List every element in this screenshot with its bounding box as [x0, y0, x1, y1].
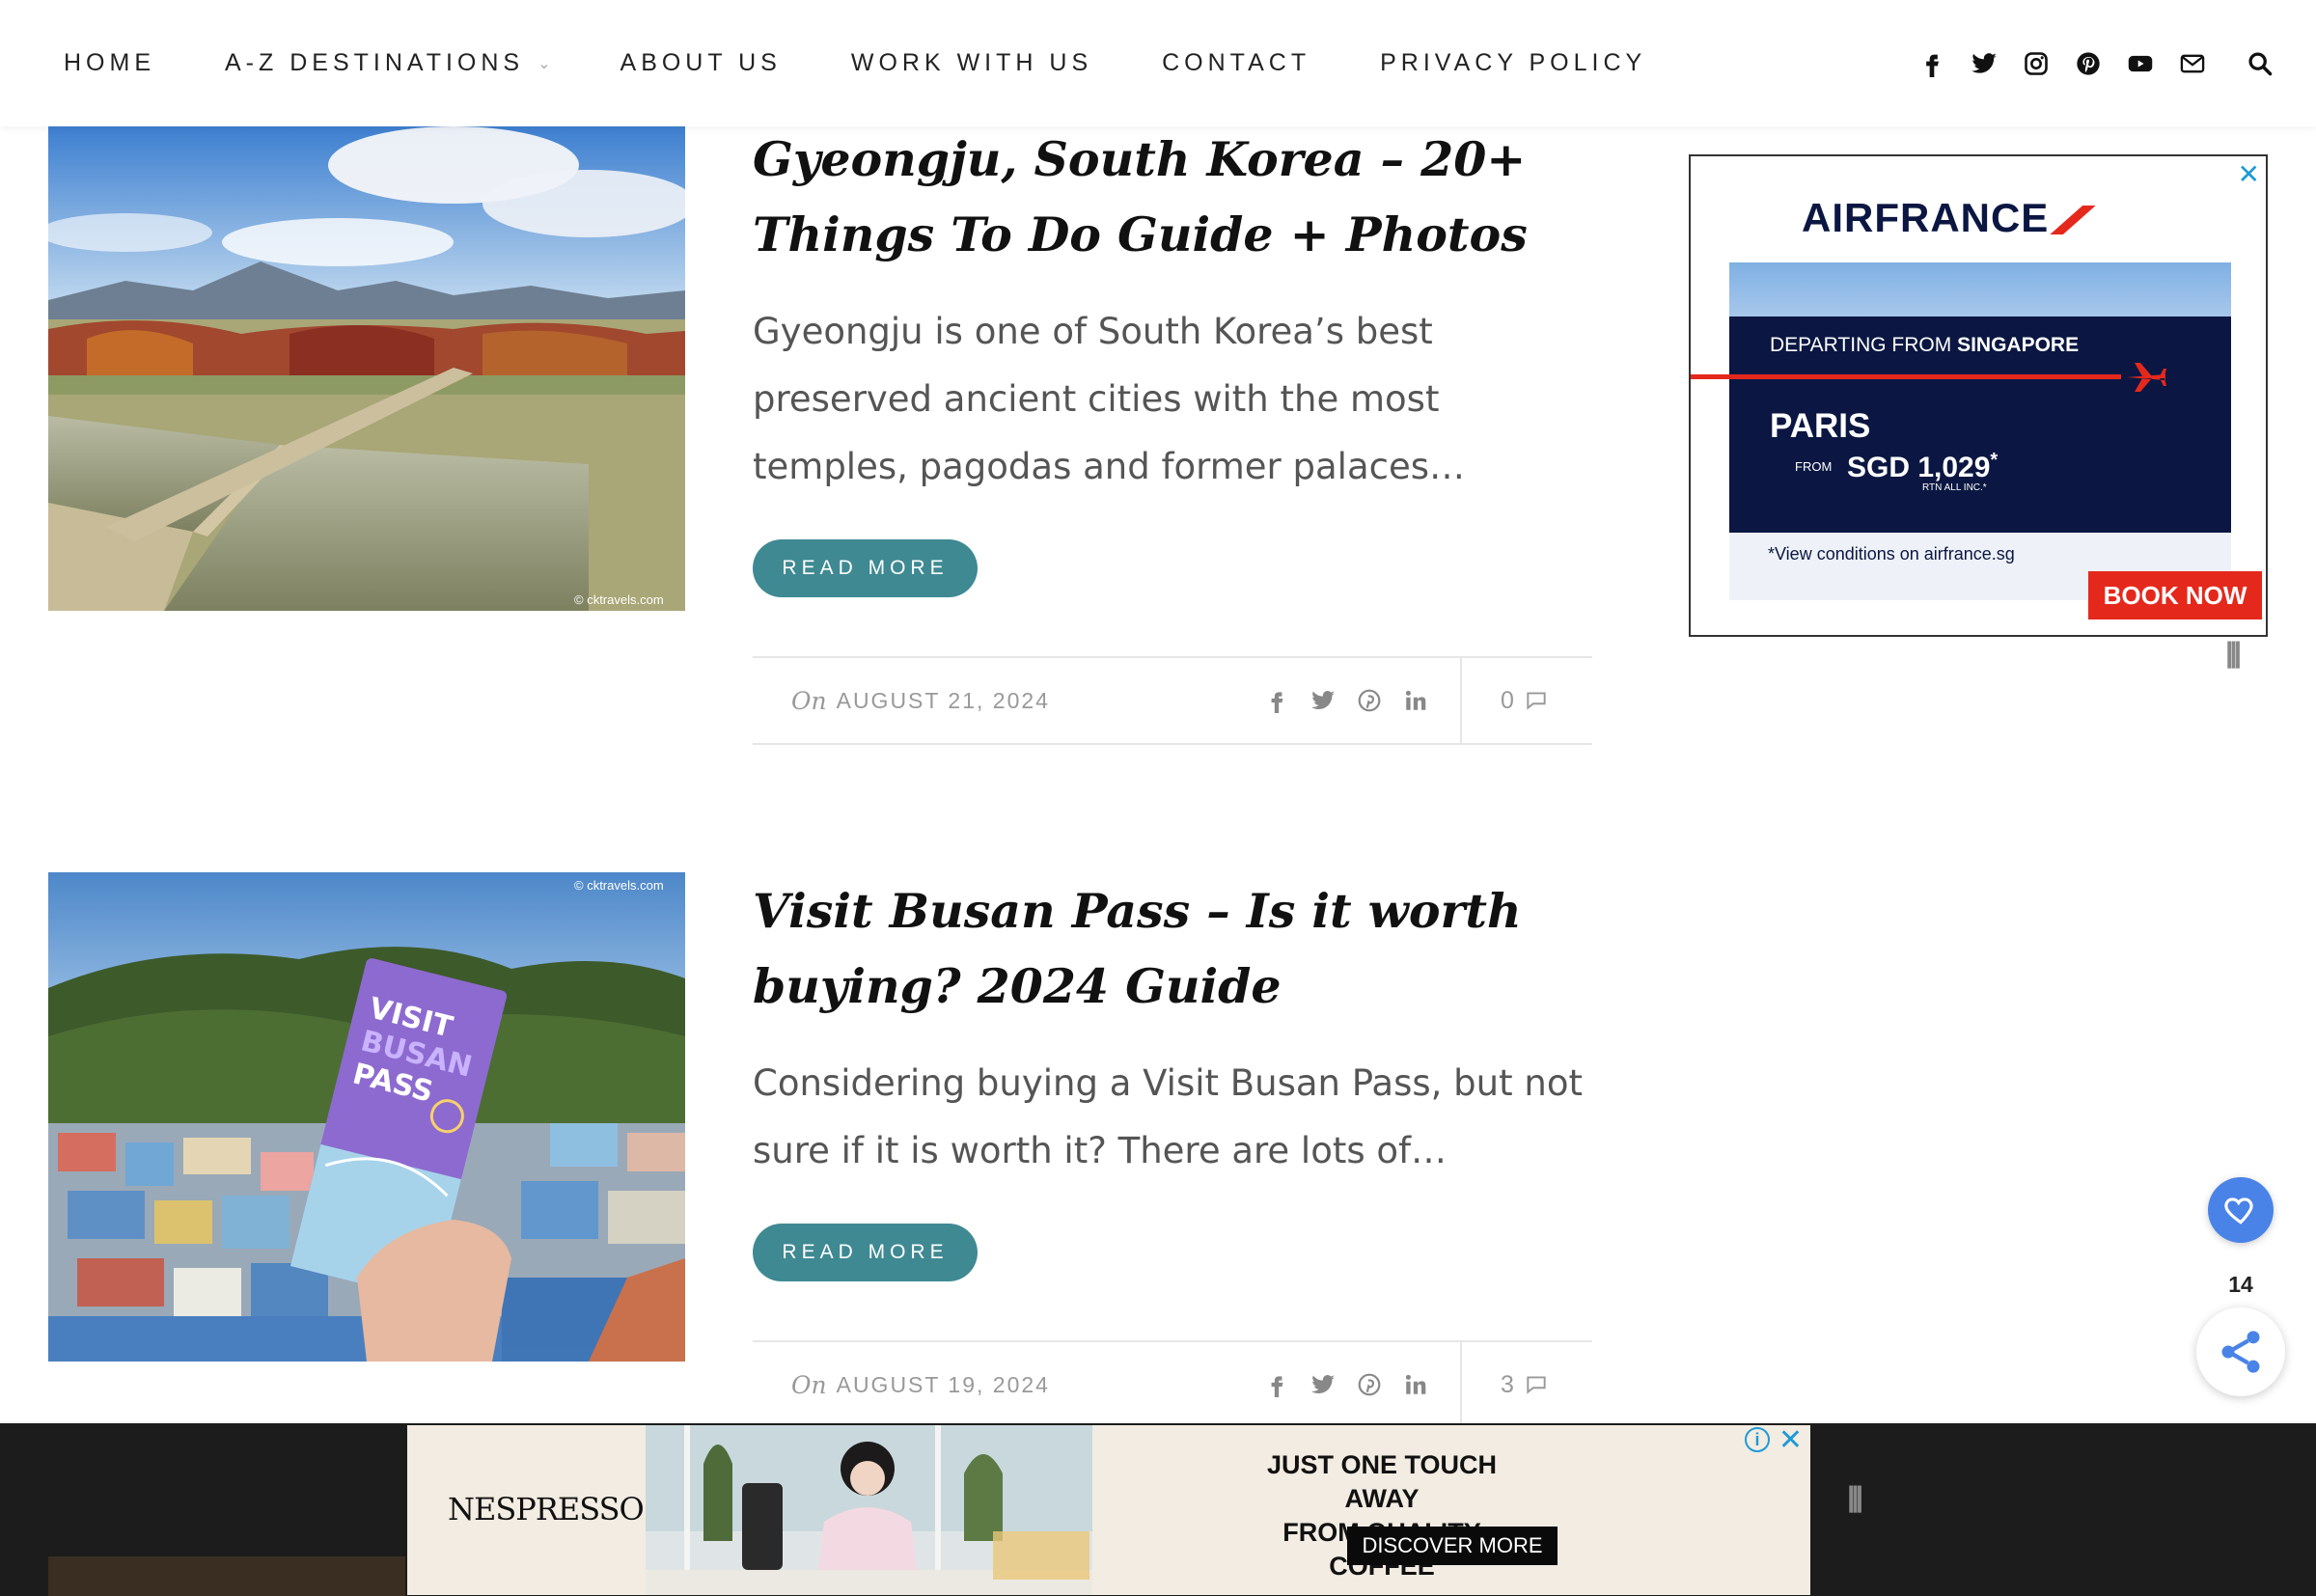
youtube-icon[interactable] — [2123, 46, 2158, 81]
nav-home-label: HOME — [64, 49, 155, 76]
ad-footer: *View conditions on airfrance.sg BOOK NO… — [1729, 533, 2262, 619]
ad-from-label: FROM — [1795, 459, 1833, 474]
search-icon[interactable] — [2243, 46, 2277, 81]
comment-icon — [1527, 1376, 1546, 1394]
image-credit: © cktravels.com — [574, 592, 664, 607]
info-icon[interactable]: i — [1745, 1427, 1770, 1452]
date-text: AUGUST 19, 2024 — [836, 1371, 1050, 1397]
ad-panel: DEPARTING FROM SINGAPORE PARIS FROM SGD … — [1729, 316, 2231, 533]
nav-work-with-us[interactable]: WORK WITH US — [851, 49, 1092, 77]
share-icons — [1264, 658, 1449, 743]
comment-icon — [1527, 692, 1546, 710]
close-icon[interactable]: ✕ — [1778, 1423, 1803, 1457]
nav-home[interactable]: HOME — [64, 49, 155, 77]
post-meta: On AUGUST 19, 2024 3 — [753, 1340, 1592, 1429]
share-button[interactable] — [2196, 1307, 2285, 1396]
date-prefix: On — [791, 686, 827, 715]
email-icon[interactable] — [2175, 46, 2210, 81]
nav-contact[interactable]: CONTACT — [1162, 49, 1310, 77]
busan-photo: VISIT BUSAN PASS © cktravels.com — [48, 872, 685, 1362]
pinterest-icon[interactable] — [1357, 688, 1382, 713]
date-prefix: On — [791, 1370, 827, 1399]
discover-more-button[interactable]: DISCOVER MORE — [1347, 1527, 1558, 1565]
heart-icon — [2224, 1197, 2253, 1225]
nespresso-logo: NESPRESSO — [448, 1491, 645, 1527]
nav-privacy-policy[interactable]: PRIVACY POLICY — [1380, 49, 1646, 77]
meta-divider — [1460, 1342, 1462, 1427]
comment-count-value: 0 — [1501, 686, 1514, 714]
comment-count[interactable]: 0 — [1501, 658, 1549, 743]
share-icon — [2221, 1331, 2260, 1373]
facebook-icon[interactable] — [1264, 1372, 1289, 1397]
pinterest-icon[interactable] — [2071, 46, 2106, 81]
ad-price-note: RTN ALL INC.* — [1922, 482, 1987, 493]
twitter-icon[interactable] — [1967, 46, 2001, 81]
twitter-icon[interactable] — [1310, 1372, 1336, 1397]
post-image-busan[interactable]: VISIT BUSAN PASS © cktravels.com — [48, 872, 685, 1362]
instagram-icon[interactable] — [2019, 46, 2054, 81]
pinterest-icon[interactable] — [1357, 1372, 1382, 1397]
nav-az-destinations[interactable]: A-Z DESTINATIONS ⌄ — [225, 49, 551, 77]
read-more-button[interactable]: READ MORE — [753, 539, 978, 597]
next-post-image — [48, 1556, 405, 1596]
chevron-down-icon: ⌄ — [538, 55, 551, 72]
post-image-gyeongju[interactable]: © cktravels.com — [48, 126, 685, 611]
social-links — [1897, 0, 2277, 126]
post-date: On AUGUST 21, 2024 — [791, 658, 1050, 743]
airfrance-ad[interactable]: ✕ AIRFRANCE DEPARTING FROM SINGAPORE PAR… — [1689, 154, 2268, 637]
facebook-icon[interactable] — [1915, 46, 1949, 81]
nav-privacy-policy-label: PRIVACY POLICY — [1380, 49, 1647, 76]
read-more-button[interactable]: READ MORE — [753, 1224, 978, 1281]
post-excerpt-gyeongju: Gyeongju is one of South Korea’s best pr… — [753, 311, 1465, 487]
ad-destination: PARIS — [1770, 407, 1871, 445]
ad-network-icon: ||| — [2225, 637, 2242, 669]
book-now-button[interactable]: BOOK NOW — [2088, 571, 2262, 619]
ad-departing: DEPARTING FROM SINGAPORE — [1770, 334, 2080, 356]
ad-network-icon: ||| — [1847, 1481, 1863, 1513]
post-meta: On AUGUST 21, 2024 0 — [753, 656, 1592, 745]
nav-work-with-us-label: WORK WITH US — [850, 49, 1093, 76]
share-count: 14 — [2228, 1272, 2253, 1297]
nav-about-us[interactable]: ABOUT US — [620, 49, 782, 77]
image-credit: © cktravels.com — [574, 878, 664, 893]
ad-price: SGD 1,029* — [1847, 450, 1999, 483]
facebook-icon[interactable] — [1264, 688, 1289, 713]
share-icons — [1264, 1342, 1449, 1427]
linkedin-icon[interactable] — [1403, 1372, 1428, 1397]
comment-count[interactable]: 3 — [1501, 1342, 1549, 1427]
comment-count-value: 3 — [1501, 1370, 1514, 1398]
post-date: On AUGUST 19, 2024 — [791, 1342, 1050, 1427]
twitter-icon[interactable] — [1310, 688, 1336, 713]
post-title-busan[interactable]: Visit Busan Pass – Is it worth buying? 2… — [753, 873, 1602, 1024]
ad-flight-line — [1691, 374, 2121, 379]
ad-conditions: *View conditions on airfrance.sg — [1768, 544, 2015, 564]
post-excerpt-busan: Considering buying a Visit Busan Pass, b… — [753, 1062, 1583, 1171]
top-navigation: HOME A-Z DESTINATIONS ⌄ ABOUT US WORK WIT… — [0, 0, 2316, 126]
nav-links: HOME A-Z DESTINATIONS ⌄ ABOUT US WORK WIT… — [64, 0, 1716, 126]
nav-az-destinations-label: A-Z DESTINATIONS — [225, 49, 525, 76]
gyeongju-photo: © cktravels.com — [48, 126, 685, 611]
ad-photo — [646, 1425, 1092, 1595]
ad-close-icon[interactable]: ✕ — [2238, 158, 2260, 190]
meta-divider — [1460, 658, 1462, 743]
linkedin-icon[interactable] — [1403, 688, 1428, 713]
airplane-icon — [2127, 363, 2166, 392]
nespresso-ad[interactable]: NESPRESSO JUST ONE TOUCH AWAYFROM QUALIT… — [407, 1423, 1810, 1595]
nav-about-us-label: ABOUT US — [620, 49, 782, 76]
favorite-button[interactable] — [2208, 1177, 2274, 1243]
date-text: AUGUST 21, 2024 — [836, 687, 1050, 713]
airfrance-logo: AIRFRANCE — [1802, 195, 2087, 241]
ad-photo — [1729, 262, 2231, 318]
post-title-gyeongju[interactable]: Gyeongju, South Korea – 20+ Things To Do… — [753, 122, 1602, 272]
nav-contact-label: CONTACT — [1162, 49, 1311, 76]
